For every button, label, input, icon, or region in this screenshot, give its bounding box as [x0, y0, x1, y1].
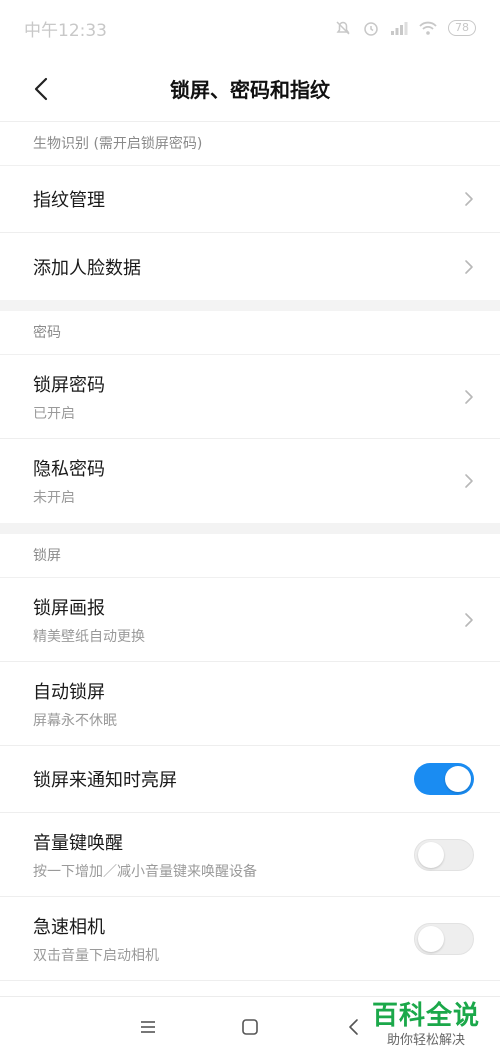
- row-subtitle: 屏幕永不休眠: [33, 712, 117, 729]
- status-icons: 78: [334, 19, 476, 37]
- section-divider: [0, 300, 500, 311]
- menu-icon[interactable]: [136, 1015, 160, 1039]
- section-label-password: 密码: [0, 311, 500, 355]
- section-divider: [0, 523, 500, 534]
- back-icon[interactable]: [342, 1015, 366, 1039]
- section-label-lockscreen: 锁屏: [0, 534, 500, 578]
- quick-camera-item: 急速相机 双击音量下启动相机: [0, 897, 500, 981]
- settings-list: 生物识别 (需开启锁屏密码) 指纹管理 添加人脸数据 密码 锁屏密码 已开启 隐…: [0, 122, 500, 981]
- row-title: 锁屏密码: [33, 374, 105, 396]
- row-title: 隐私密码: [33, 459, 105, 480]
- wake-on-notification-item: 锁屏来通知时亮屏: [0, 746, 500, 813]
- fingerprint-management-item[interactable]: 指纹管理: [0, 166, 500, 233]
- back-arrow-icon: [34, 77, 48, 100]
- chevron-right-icon: [465, 389, 473, 404]
- page-header: 锁屏、密码和指纹: [0, 56, 500, 122]
- row-subtitle: 未开启: [33, 490, 75, 506]
- row-subtitle: 已开启: [33, 405, 75, 422]
- auto-lock-item[interactable]: 自动锁屏 屏幕永不休眠: [0, 662, 500, 746]
- chevron-right-icon: [465, 612, 473, 627]
- toggle-knob: [418, 925, 444, 952]
- chevron-right-icon: [465, 474, 473, 488]
- alarm-off-icon: [336, 21, 350, 35]
- watermark-logo: 百科全说 助你轻松解决: [366, 1000, 486, 1050]
- chevron-right-icon: [465, 259, 473, 274]
- lock-screen-wallpaper-item[interactable]: 锁屏画报 精美壁纸自动更换: [0, 578, 500, 662]
- volume-key-wake-toggle[interactable]: [414, 838, 474, 871]
- chevron-right-icon: [465, 192, 473, 206]
- alarm-icon: [364, 22, 378, 36]
- quick-camera-toggle[interactable]: [414, 922, 474, 955]
- add-face-data-item[interactable]: 添加人脸数据: [0, 233, 500, 300]
- back-button[interactable]: [26, 74, 56, 104]
- status-time: 中午12:33: [24, 20, 107, 41]
- toggle-knob: [418, 841, 444, 868]
- page-title: 锁屏、密码和指纹: [170, 78, 330, 102]
- section-label-biometric: 生物识别 (需开启锁屏密码): [0, 122, 500, 166]
- signal-icon: [391, 22, 408, 35]
- wifi-icon: [419, 21, 437, 35]
- row-subtitle: 精美壁纸自动更换: [33, 628, 145, 645]
- row-title: 锁屏画报: [33, 597, 105, 619]
- battery-icon: 78: [448, 20, 476, 36]
- volume-key-wake-item: 音量键唤醒 按一下增加／减小音量键来唤醒设备: [0, 813, 500, 897]
- lock-screen-password-item[interactable]: 锁屏密码 已开启: [0, 355, 500, 439]
- privacy-password-item[interactable]: 隐私密码 未开启: [0, 439, 500, 523]
- home-icon[interactable]: [238, 1015, 262, 1039]
- row-title: 指纹管理: [33, 190, 105, 211]
- toggle-knob: [445, 766, 471, 792]
- status-bar: 中午12:33 78: [0, 0, 500, 56]
- watermark-sub: 助你轻松解决: [386, 1033, 465, 1048]
- row-title: 添加人脸数据: [33, 257, 141, 279]
- row-title: 自动锁屏: [33, 681, 105, 703]
- watermark-main: 百科全说: [371, 1001, 480, 1031]
- wake-on-notification-toggle[interactable]: [414, 763, 474, 795]
